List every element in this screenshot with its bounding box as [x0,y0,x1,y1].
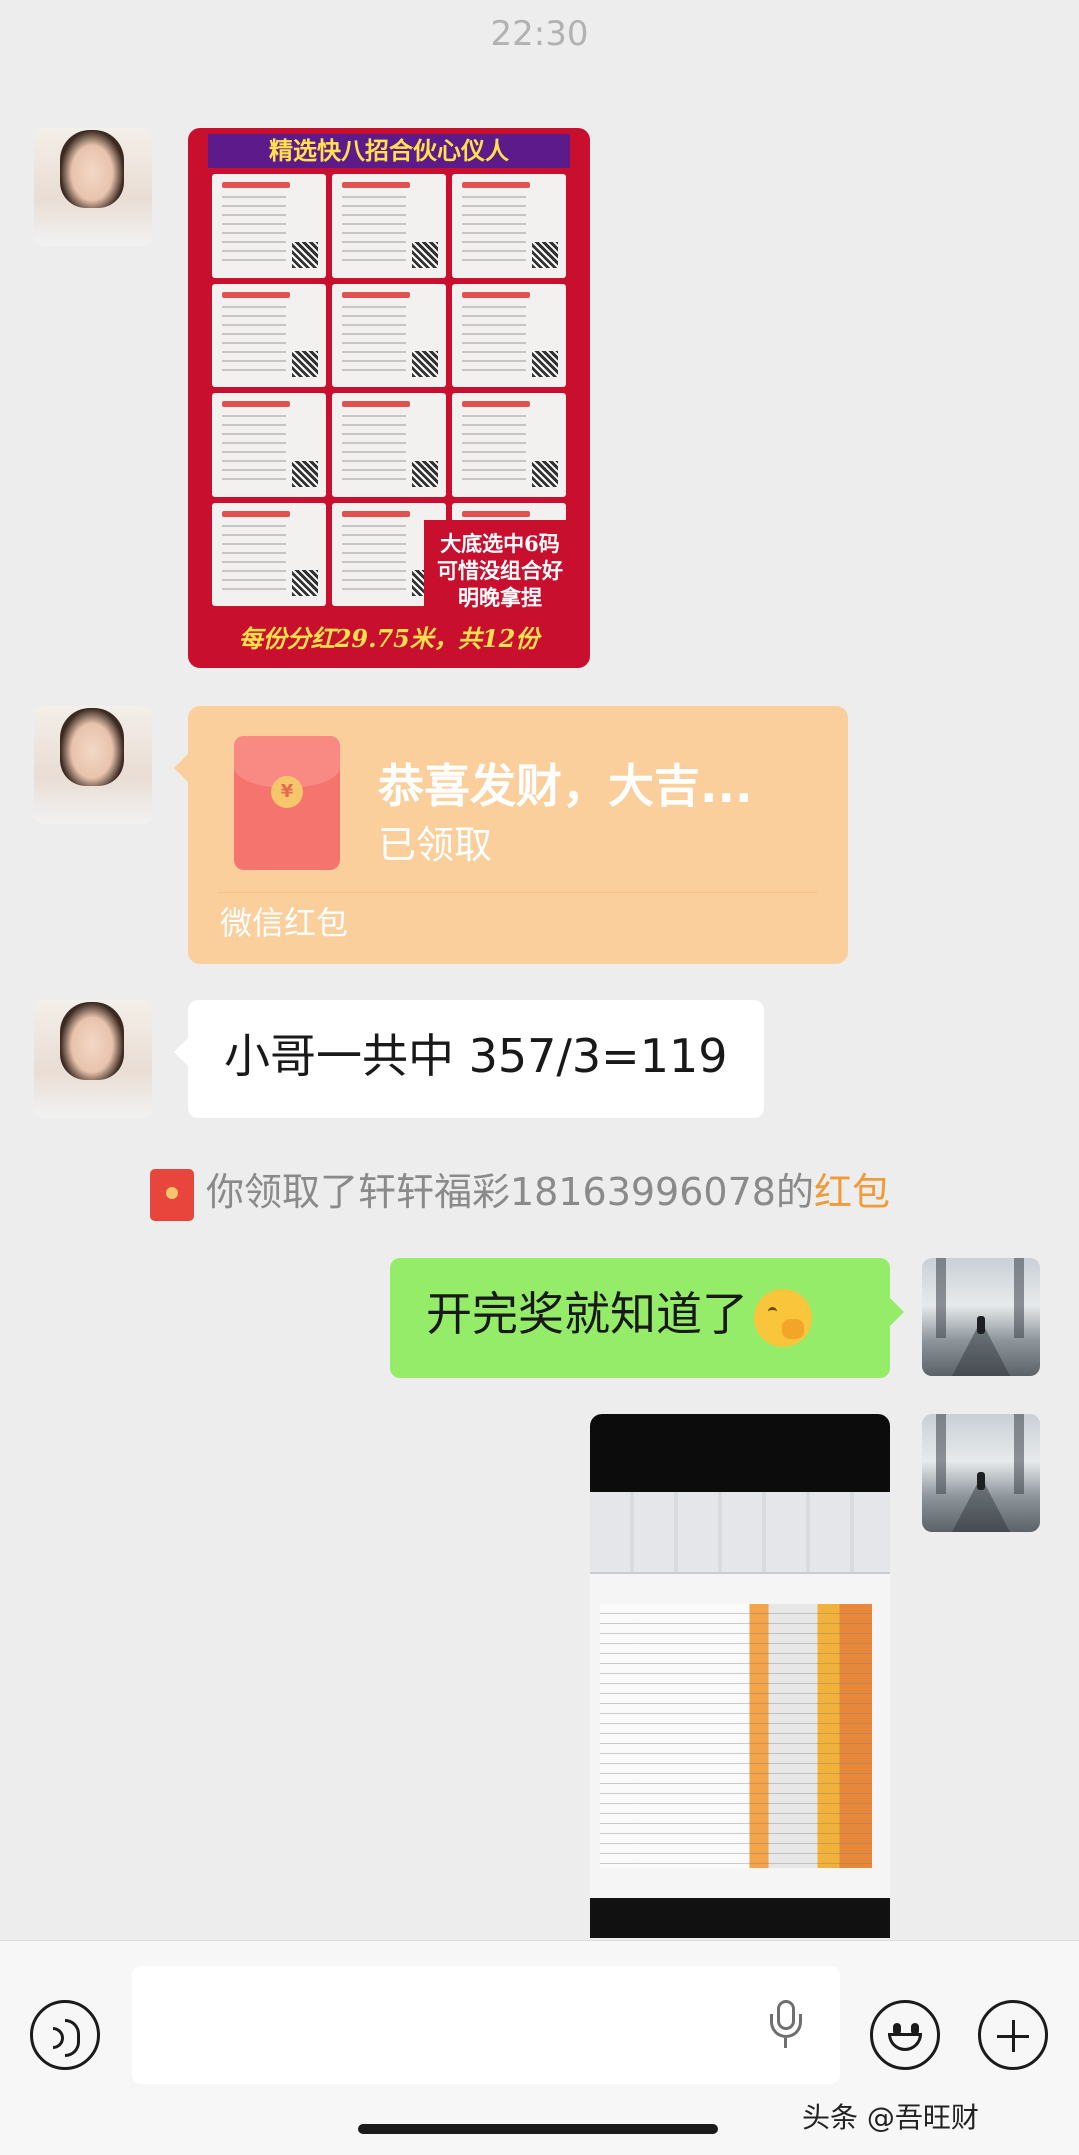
lottery-ticket [452,283,566,387]
watermark: 头条 @吾旺财 [802,2101,979,2134]
red-packet-link[interactable]: 红包 [814,1170,890,1214]
text-message-content: 开完奖就知道了 [426,1287,748,1341]
lottery-ticket [212,283,326,387]
plus-button[interactable] [978,2000,1048,2070]
system-notice: 你领取了轩轩福彩18163996078的红包 [150,1164,890,1221]
red-packet-label: 微信红包 [220,904,349,942]
avatar-self[interactable] [922,1414,1040,1532]
image-message-poster[interactable]: 精选快八招合伙心仪人 大底选中6码 可惜没组合好 明晚拿捏 每份分红29.75米… [188,128,590,668]
poster-note-line: 明晚拿捏 [458,585,542,610]
lottery-ticket [452,174,566,278]
spreadsheet-screen [590,1492,890,1898]
lottery-ticket [332,174,446,278]
red-packet-message[interactable]: ¥ 恭喜发财，大吉... 已领取 微信红包 [174,706,848,964]
poster-note: 大底选中6码 可惜没组合好 明晚拿捏 [424,520,576,634]
lottery-ticket [332,283,446,387]
avatar[interactable] [34,128,152,246]
home-indicator[interactable] [358,2124,718,2134]
lottery-ticket [212,393,326,497]
lottery-ticket [452,393,566,497]
lottery-ticket [212,502,326,606]
text-message[interactable]: 小哥一共中 357/3=119 [174,1000,764,1118]
poster-note-line: 可惜没组合好 [437,558,563,583]
system-notice-text: 你领取了轩轩福彩18163996078的 [206,1170,814,1214]
red-packet-divider [218,892,818,893]
poster-header: 精选快八招合伙心仪人 [208,134,570,168]
thinking-emoji-icon [754,1288,812,1347]
lottery-ticket [332,393,446,497]
lottery-ticket [212,174,326,278]
avatar-self[interactable] [922,1258,1040,1376]
red-packet-status: 已领取 [378,823,493,867]
timestamp: 22:30 [490,14,589,54]
avatar[interactable] [34,706,152,824]
red-packet-title: 恭喜发财，大吉... [378,759,753,813]
image-message-spreadsheet[interactable] [590,1414,890,1938]
poster-note-line: 大底选中6码 [440,531,560,556]
text-message-self[interactable]: 开完奖就知道了 [390,1258,904,1378]
voice-button[interactable] [30,2000,100,2070]
poster-footer: 每份分红29.75米，共12份 [238,624,540,653]
message-input[interactable] [132,1966,840,2084]
emoji-button[interactable] [870,2000,940,2070]
red-packet-icon [150,1168,194,1221]
red-packet-icon: ¥ [234,736,340,870]
avatar[interactable] [34,1000,152,1118]
mic-icon[interactable] [770,2000,802,2050]
